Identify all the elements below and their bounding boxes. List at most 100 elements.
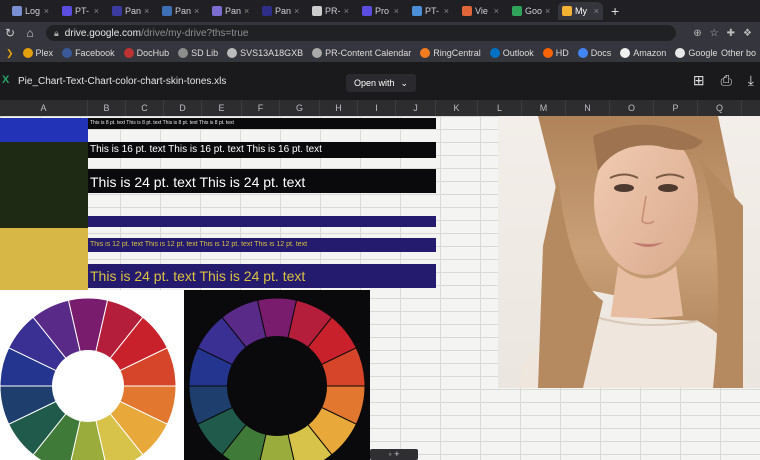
- bookmark-label: SVS13A18GXB: [240, 48, 304, 58]
- browser-tab[interactable]: PT- ×: [408, 2, 453, 20]
- open-with-button[interactable]: Open with ⌄: [346, 74, 417, 92]
- address-bar-icons: ⊕ ☆ ✚ ❖: [693, 28, 760, 39]
- tab-favicon-icon: [212, 6, 222, 16]
- close-tab-icon[interactable]: ×: [344, 6, 349, 16]
- home-icon[interactable]: ⌂: [20, 26, 40, 40]
- download-icon[interactable]: ⤓: [748, 72, 754, 89]
- column-header[interactable]: G: [280, 100, 320, 116]
- browser-tab[interactable]: Log ×: [8, 2, 53, 20]
- new-tab-icon[interactable]: +: [611, 3, 619, 19]
- browser-tab[interactable]: PR- ×: [308, 2, 353, 20]
- bookmark-item[interactable]: DocHub: [123, 48, 170, 58]
- extensions-puzzle-icon[interactable]: ❖: [743, 28, 752, 39]
- reload-icon[interactable]: ↻: [0, 26, 20, 40]
- browser-tab[interactable]: Pan ×: [258, 2, 303, 20]
- tab-label: PR-: [325, 6, 341, 16]
- print-icon[interactable]: ⎙: [721, 72, 732, 89]
- zoom-controls-popup[interactable]: ◦ +: [370, 449, 418, 460]
- bookmark-label: Facebook: [75, 48, 115, 58]
- column-header[interactable]: D: [164, 100, 202, 116]
- bookmark-item[interactable]: Plex: [22, 48, 53, 58]
- browser-tab[interactable]: PT- ×: [58, 2, 103, 20]
- close-tab-icon[interactable]: ×: [94, 6, 99, 16]
- bookmark-item[interactable]: Google: [675, 48, 717, 58]
- bookmark-favicon-icon: [577, 48, 588, 58]
- close-tab-icon[interactable]: ×: [394, 6, 399, 16]
- browser-tab[interactable]: Pan ×: [108, 2, 153, 20]
- bookmark-favicon-icon: [675, 48, 686, 58]
- portrait-photo: [498, 116, 760, 388]
- extension-icon[interactable]: ✚: [727, 28, 735, 39]
- star-icon[interactable]: ☆: [710, 28, 719, 39]
- bookmark-item[interactable]: Facebook: [62, 48, 115, 58]
- drive-viewer-bar: X Pie_Chart-Text-Chart-color-chart-skin-…: [0, 62, 760, 100]
- bookmark-item[interactable]: Outlook: [489, 48, 534, 58]
- browser-tab[interactable]: My ×: [558, 2, 603, 20]
- column-header[interactable]: I: [358, 100, 396, 116]
- close-tab-icon[interactable]: ×: [294, 6, 299, 16]
- browser-tab[interactable]: Vie ×: [458, 2, 503, 20]
- close-tab-icon[interactable]: ×: [494, 6, 499, 16]
- bookmark-item[interactable]: SVS13A18GXB: [227, 48, 303, 58]
- close-tab-icon[interactable]: ×: [144, 6, 149, 16]
- tab-label: Pan: [125, 6, 142, 16]
- tab-label: Pan: [225, 6, 242, 16]
- column-header[interactable]: O: [610, 100, 654, 116]
- close-tab-icon[interactable]: ×: [594, 6, 599, 16]
- bookmark-favicon-icon: [620, 48, 631, 58]
- bookmark-item[interactable]: HD: [542, 48, 569, 58]
- tab-label: Pro: [375, 6, 390, 16]
- bookmark-item[interactable]: PR-Content Calendar: [312, 48, 411, 58]
- url-field[interactable]: 🔒︎ drive.google.com/drive/my-drive?ths=t…: [46, 25, 676, 41]
- column-header[interactable]: Q: [698, 100, 742, 116]
- tab-favicon-icon: [562, 6, 572, 16]
- sheet-grid: This is 8 pt. text This is 8 pt. text Th…: [0, 116, 760, 460]
- tab-favicon-icon: [462, 6, 472, 16]
- column-header[interactable]: E: [202, 100, 242, 116]
- url-host: drive.google.com: [64, 27, 141, 39]
- open-with-label: Open with: [354, 78, 395, 88]
- browser-tab[interactable]: Pan ×: [158, 2, 203, 20]
- portrait-image: [518, 116, 748, 388]
- tab-label: PT-: [425, 6, 440, 16]
- browser-tab[interactable]: Pro ×: [358, 2, 403, 20]
- zoom-icon[interactable]: ⊕: [693, 28, 701, 39]
- close-tab-icon[interactable]: ×: [444, 6, 449, 16]
- bookmark-item[interactable]: Docs: [577, 48, 611, 58]
- tab-favicon-icon: [62, 6, 72, 16]
- bookmark-item[interactable]: SD Lib: [178, 48, 218, 58]
- column-header[interactable]: K: [436, 100, 478, 116]
- column-header[interactable]: J: [396, 100, 436, 116]
- column-header[interactable]: P: [654, 100, 698, 116]
- bookmarks-bar: ❯ Plex Facebook DocHub SD Lib SVS13A18GXB PR-…: [0, 44, 760, 62]
- swatch-mustard: [0, 228, 88, 290]
- apps-icon[interactable]: ❯: [6, 48, 14, 59]
- bookmark-item[interactable]: RingCentral: [420, 48, 481, 58]
- bookmark-favicon-icon: [178, 48, 189, 58]
- column-header[interactable]: C: [126, 100, 164, 116]
- bookmark-item[interactable]: Amazon: [620, 48, 666, 58]
- close-tab-icon[interactable]: ×: [44, 6, 49, 16]
- column-header[interactable]: B: [88, 100, 126, 116]
- close-tab-icon[interactable]: ×: [545, 6, 550, 16]
- text-row-8pt: This is 8 pt. text This is 8 pt. text Th…: [90, 120, 234, 126]
- text-row-16pt: This is 16 pt. text This is 16 pt. text …: [90, 144, 322, 155]
- column-header[interactable]: H: [320, 100, 358, 116]
- wheel-center: [227, 336, 327, 436]
- close-tab-icon[interactable]: ×: [244, 6, 249, 16]
- browser-tab[interactable]: Goo ×: [508, 2, 553, 20]
- column-header[interactable]: M: [522, 100, 566, 116]
- excel-file-icon: X: [2, 74, 10, 86]
- text-row-24pt-gold: This is 24 pt. text This is 24 pt. text: [90, 268, 306, 284]
- add-comment-icon[interactable]: ⊞: [693, 72, 705, 89]
- other-bookmarks[interactable]: Other bo: [721, 48, 760, 58]
- column-header[interactable]: A: [0, 100, 88, 116]
- tab-label: Pan: [175, 6, 192, 16]
- column-header[interactable]: N: [566, 100, 610, 116]
- browser-tab[interactable]: Pan ×: [208, 2, 253, 20]
- bookmark-label: DocHub: [136, 48, 170, 58]
- close-tab-icon[interactable]: ×: [194, 6, 199, 16]
- column-header[interactable]: L: [478, 100, 522, 116]
- column-header[interactable]: F: [242, 100, 280, 116]
- tab-favicon-icon: [162, 6, 172, 16]
